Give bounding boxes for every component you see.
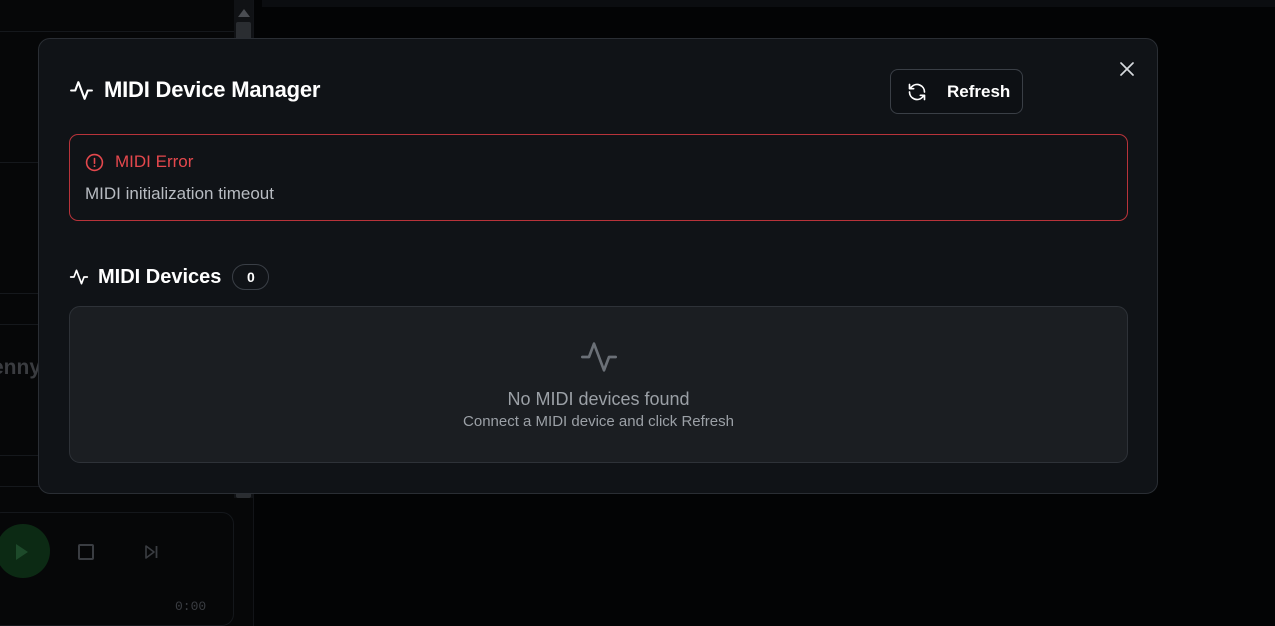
midi-device-manager-dialog: MIDI Device Manager Refresh MIDI Error M…: [38, 38, 1158, 494]
empty-state-subtitle: Connect a MIDI device and click Refresh: [463, 413, 734, 430]
skip-forward-icon: [145, 545, 158, 559]
activity-icon: [70, 80, 93, 100]
skip-forward-button[interactable]: [143, 544, 159, 565]
empty-devices-panel: No MIDI devices found Connect a MIDI dev…: [69, 306, 1128, 463]
background-divider: [0, 31, 234, 32]
stop-button[interactable]: [78, 544, 94, 560]
background-track-name: enny: [0, 356, 42, 379]
refresh-button[interactable]: Refresh: [890, 69, 1023, 114]
refresh-label: Refresh: [947, 81, 1011, 101]
activity-icon: [581, 342, 617, 372]
error-header: MIDI Error: [85, 152, 193, 172]
error-alert: MIDI Error MIDI initialization timeout: [69, 134, 1128, 221]
close-icon: [1120, 62, 1134, 76]
activity-icon: [69, 269, 89, 285]
dialog-header: MIDI Device Manager: [69, 77, 320, 103]
dialog-title: MIDI Device Manager: [104, 77, 321, 102]
background-topbar: [262, 0, 1275, 7]
error-message: MIDI initialization timeout: [85, 184, 274, 203]
refresh-icon: [908, 83, 926, 100]
devices-section-header: MIDI Devices 0: [69, 264, 270, 290]
device-count-badge: 0: [232, 264, 270, 290]
error-title: MIDI Error: [115, 152, 194, 171]
close-button[interactable]: [1117, 59, 1137, 79]
scroll-up-arrow-icon[interactable]: [238, 9, 250, 17]
empty-state-title: No MIDI devices found: [507, 389, 690, 409]
devices-title: MIDI Devices: [98, 265, 222, 288]
background-time: 0:00: [175, 599, 207, 614]
alert-circle-icon: [85, 153, 104, 171]
play-icon: [16, 544, 28, 560]
